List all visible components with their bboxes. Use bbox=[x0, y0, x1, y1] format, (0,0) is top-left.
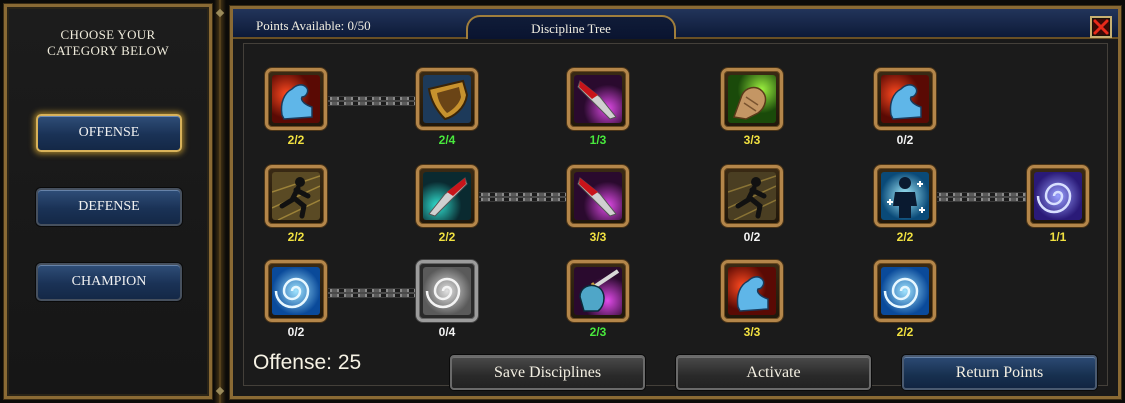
purple-swirl-icon bbox=[1034, 172, 1082, 220]
skill-node-blue-swirl[interactable] bbox=[265, 260, 327, 322]
chain-connector bbox=[479, 192, 569, 202]
chain-connector bbox=[937, 192, 1027, 202]
skill-rank: 3/3 bbox=[743, 325, 761, 339]
category-prompt: CHOOSE YOUR CATEGORY BELOW bbox=[47, 27, 169, 58]
skill-node-flexing-arm[interactable] bbox=[721, 260, 783, 322]
running-silhouette-icon bbox=[272, 172, 320, 220]
skill-node-fist-with-sword[interactable] bbox=[567, 260, 629, 322]
chain-connector bbox=[328, 96, 416, 106]
panel-divider bbox=[214, 0, 226, 403]
skill-node-purple-swirl[interactable] bbox=[1027, 165, 1089, 227]
skill-node-running-silhouette[interactable] bbox=[265, 165, 327, 227]
flexing-arm-icon bbox=[272, 75, 320, 123]
tab-discipline-tree[interactable]: Discipline Tree bbox=[466, 15, 676, 39]
skill-node-flexing-arm[interactable] bbox=[874, 68, 936, 130]
fist-with-sword-icon bbox=[574, 267, 622, 315]
bloody-blade-icon bbox=[574, 172, 622, 220]
skill-rank: 0/2 bbox=[896, 133, 914, 147]
skill-rank: 2/2 bbox=[287, 133, 305, 147]
skill-node-bloody-blade[interactable] bbox=[416, 165, 478, 227]
blue-swirl-icon bbox=[272, 267, 320, 315]
skill-node-shield[interactable] bbox=[416, 68, 478, 130]
divider-gem-icon bbox=[215, 386, 225, 396]
flexing-arm-icon bbox=[728, 267, 776, 315]
save-disciplines-button[interactable]: Save Disciplines bbox=[450, 355, 645, 390]
skill-rank: 0/2 bbox=[743, 230, 761, 244]
skill-node-grey-swirl[interactable] bbox=[416, 260, 478, 322]
skill-node-flexing-arm[interactable] bbox=[265, 68, 327, 130]
return-points-button[interactable]: Return Points bbox=[902, 355, 1097, 390]
skill-rank: 2/3 bbox=[589, 325, 607, 339]
skill-rank: 3/3 bbox=[743, 133, 761, 147]
skill-node-bloody-blade[interactable] bbox=[567, 68, 629, 130]
skill-node-running-silhouette[interactable] bbox=[721, 165, 783, 227]
skill-rank: 2/2 bbox=[896, 230, 914, 244]
glowing-figure-icon bbox=[881, 172, 929, 220]
skill-node-glowing-figure[interactable] bbox=[874, 165, 936, 227]
skill-rank: 0/4 bbox=[438, 325, 456, 339]
champion-category-button[interactable]: CHAMPION bbox=[36, 263, 182, 301]
close-button[interactable] bbox=[1090, 16, 1112, 38]
points-available-label: Points Available: 0/50 bbox=[256, 18, 371, 33]
offense-category-button[interactable]: OFFENSE bbox=[36, 114, 182, 152]
blue-swirl-icon bbox=[881, 267, 929, 315]
skill-rank: 2/2 bbox=[287, 230, 305, 244]
defense-category-button[interactable]: DEFENSE bbox=[36, 188, 182, 226]
skill-rank: 2/2 bbox=[438, 230, 456, 244]
running-silhouette-icon bbox=[728, 172, 776, 220]
skill-tree-area bbox=[243, 43, 1108, 386]
shield-icon bbox=[423, 75, 471, 123]
grey-swirl-icon bbox=[423, 267, 471, 315]
activate-button[interactable]: Activate bbox=[676, 355, 871, 390]
title-bar: Points Available: 0/50 Discipline Tree bbox=[233, 9, 1118, 39]
flexing-arm-icon bbox=[881, 75, 929, 123]
skill-node-blue-swirl[interactable] bbox=[874, 260, 936, 322]
skill-rank: 1/3 bbox=[589, 133, 607, 147]
bloody-blade-icon bbox=[423, 172, 471, 220]
tab-label: Discipline Tree bbox=[531, 21, 611, 36]
skill-rank: 2/2 bbox=[896, 325, 914, 339]
bloody-blade-icon bbox=[574, 75, 622, 123]
skill-rank: 0/2 bbox=[287, 325, 305, 339]
skill-node-bloody-blade[interactable] bbox=[567, 165, 629, 227]
chain-connector bbox=[328, 288, 416, 298]
skill-rank: 1/1 bbox=[1049, 230, 1067, 244]
skill-rank: 3/3 bbox=[589, 230, 607, 244]
offense-total-label: Offense: 25 bbox=[253, 351, 362, 374]
discipline-tree-window: Points Available: 0/50 Discipline Tree bbox=[229, 5, 1122, 400]
divider-gem-icon bbox=[215, 8, 225, 18]
fist-icon bbox=[728, 75, 776, 123]
close-x-icon bbox=[1093, 19, 1109, 35]
category-panel: CHOOSE YOUR CATEGORY BELOW OFFENSE DEFEN… bbox=[3, 3, 213, 400]
skill-rank: 2/4 bbox=[438, 133, 456, 147]
skill-node-fist[interactable] bbox=[721, 68, 783, 130]
